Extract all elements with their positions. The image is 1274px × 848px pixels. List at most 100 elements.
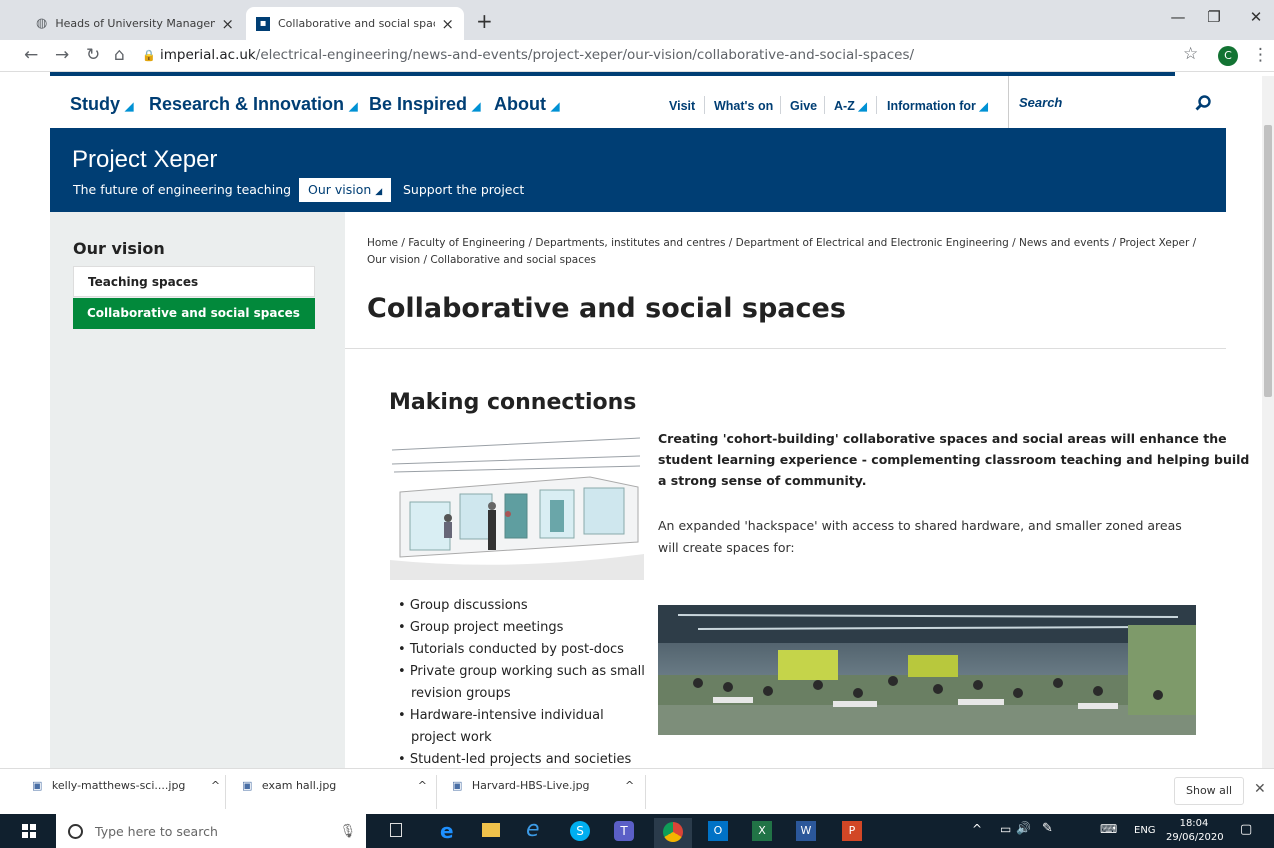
page-title: Collaborative and social spaces: [367, 293, 846, 324]
dropdown-triangle-icon: ◢: [375, 187, 383, 197]
sidebar-item-teaching-spaces[interactable]: Teaching spaces: [73, 266, 315, 297]
task-view-icon[interactable]: [390, 823, 402, 837]
battery-icon[interactable]: ▭: [1000, 822, 1011, 836]
sidebar-item-collaborative-spaces[interactable]: Collaborative and social spaces: [73, 298, 315, 329]
divider: [824, 96, 825, 114]
image-file-icon: ▣: [32, 779, 43, 792]
breadcrumb[interactable]: Home / Faculty of Engineering / Departme…: [367, 235, 1227, 269]
clock[interactable]: 18:04 29/06/2020: [1166, 817, 1224, 845]
breadcrumb-line[interactable]: Home / Faculty of Engineering / Departme…: [367, 235, 1227, 252]
word-icon[interactable]: W: [796, 821, 816, 841]
home-icon[interactable]: ⌂: [114, 45, 125, 65]
chrome-taskbar-button[interactable]: [654, 818, 692, 848]
restore-icon[interactable]: ❐: [1196, 8, 1232, 26]
nav-about[interactable]: About ◢: [494, 94, 559, 115]
site-main-nav: Study ◢ Research & Innovation ◢ Be Inspi…: [0, 76, 1274, 128]
nav-be-inspired[interactable]: Be Inspired ◢: [369, 94, 481, 115]
project-banner: Project Xeper The future of engineering …: [50, 128, 1226, 212]
sidebar-heading: Our vision: [73, 239, 165, 258]
scrollbar-thumb[interactable]: [1264, 125, 1272, 397]
close-window-icon[interactable]: ✕: [1238, 8, 1274, 26]
banner-link-support[interactable]: Support the project: [403, 182, 524, 197]
windows-taskbar: Type here to search 🎙 e e S T O X W P ^ …: [0, 814, 1274, 848]
nav-whats-on[interactable]: What's on: [714, 99, 773, 113]
banner-link-future[interactable]: The future of engineering teaching: [73, 182, 291, 197]
breadcrumb-line[interactable]: Our vision / Collaborative and social sp…: [367, 252, 1227, 269]
search-icon[interactable]: [1195, 95, 1211, 111]
profile-avatar[interactable]: C: [1218, 46, 1238, 66]
browser-tab-active[interactable]: ▪ Collaborative and social spaces | ×: [246, 7, 464, 40]
divider: [645, 775, 646, 809]
chevron-up-icon[interactable]: ^: [418, 779, 427, 792]
close-tab-icon[interactable]: ×: [221, 15, 234, 33]
volume-icon[interactable]: 🔊: [1016, 821, 1031, 835]
tab-title: Collaborative and social spaces |: [278, 17, 435, 30]
browser-tab-strip: ◍ Heads of University Managemen × ▪ Coll…: [0, 0, 1274, 40]
windows-start-icon[interactable]: [22, 824, 36, 838]
nav-visit[interactable]: Visit: [669, 99, 695, 113]
powerpoint-icon[interactable]: P: [842, 821, 862, 841]
language-indicator[interactable]: ENG: [1134, 825, 1156, 836]
back-icon[interactable]: ←: [24, 45, 38, 65]
site-search-box[interactable]: Search: [1008, 76, 1226, 128]
nav-study[interactable]: Study ◢: [70, 94, 134, 115]
banner-link-our-vision[interactable]: Our vision ◢: [299, 178, 392, 202]
reload-icon[interactable]: ↻: [86, 45, 100, 65]
search-placeholder: Search: [1019, 95, 1063, 110]
close-downloads-icon[interactable]: ✕: [1254, 781, 1266, 797]
url-field[interactable]: 🔒 imperial.ac.uk/electrical-engineering/…: [142, 44, 1202, 68]
nav-give[interactable]: Give: [790, 99, 817, 113]
section-heading: Making connections: [389, 390, 637, 415]
outlook-icon[interactable]: O: [708, 821, 728, 841]
image-file-icon: ▣: [242, 779, 253, 792]
close-tab-icon[interactable]: ×: [441, 15, 454, 33]
chevron-up-icon[interactable]: ^: [625, 779, 634, 792]
sidebar: Our vision Teaching spaces Collaborative…: [50, 212, 345, 768]
pen-icon[interactable]: ✎: [1042, 821, 1053, 836]
list-item: • Group project meetings: [398, 620, 564, 635]
url-path: /electrical-engineering/news-and-events/…: [255, 47, 915, 63]
show-hidden-icons-chevron-icon[interactable]: ^: [972, 822, 982, 836]
download-item[interactable]: ▣ kelly-matthews-sci....jpg ^: [32, 779, 222, 792]
list-item: • Private group working such as small: [398, 664, 645, 679]
lock-icon: 🔒: [142, 49, 156, 62]
nav-research-innovation[interactable]: Research & Innovation ◢: [149, 94, 358, 115]
url-domain: imperial.ac.uk: [160, 47, 256, 63]
forward-icon[interactable]: →: [55, 45, 69, 65]
downloads-bar: ▣ kelly-matthews-sci....jpg ^ ▣ exam hal…: [0, 768, 1274, 814]
teams-icon[interactable]: T: [614, 821, 634, 841]
project-title[interactable]: Project Xeper: [72, 146, 217, 174]
divider: [876, 96, 877, 114]
dropdown-triangle-icon: ◢: [979, 101, 988, 113]
nav-a-z[interactable]: A-Z ◢: [834, 99, 867, 113]
spaces-bullet-list: • Group discussions • Group project meet…: [398, 595, 645, 771]
file-explorer-icon[interactable]: [482, 823, 500, 837]
imperial-favicon-icon: ▪: [256, 16, 270, 31]
list-item-continuation: revision groups: [411, 686, 511, 701]
excel-icon[interactable]: X: [752, 821, 772, 841]
edge-icon[interactable]: e: [440, 819, 454, 843]
menu-kebab-icon[interactable]: ⋮: [1252, 45, 1269, 65]
divider: [780, 96, 781, 114]
new-tab-button[interactable]: +: [476, 9, 493, 33]
internet-explorer-icon[interactable]: e: [526, 817, 540, 842]
tab-title: Heads of University Managemen: [55, 17, 215, 30]
taskbar-search-field[interactable]: Type here to search 🎙: [56, 814, 366, 848]
bookmark-star-icon[interactable]: ☆: [1183, 44, 1198, 64]
browser-tab[interactable]: ◍ Heads of University Managemen ×: [26, 7, 244, 40]
download-item[interactable]: ▣ Harvard-HBS-Live.jpg ^: [452, 779, 642, 792]
list-item: • Tutorials conducted by post-docs: [398, 642, 624, 657]
dropdown-triangle-icon: ◢: [551, 101, 560, 113]
list-item: • Hardware-intensive individual: [398, 708, 604, 723]
minimize-icon[interactable]: —: [1160, 8, 1196, 26]
list-item-continuation: project work: [411, 730, 492, 745]
keyboard-icon[interactable]: ⌨: [1100, 822, 1117, 836]
nav-information-for[interactable]: Information for ◢: [887, 99, 988, 113]
body-paragraph: An expanded 'hackspace' with access to s…: [658, 518, 1182, 555]
microphone-icon[interactable]: 🎙: [339, 824, 356, 839]
download-item[interactable]: ▣ exam hall.jpg ^: [242, 779, 432, 792]
skype-icon[interactable]: S: [570, 821, 590, 841]
show-all-button[interactable]: Show all: [1174, 777, 1244, 805]
chevron-up-icon[interactable]: ^: [211, 779, 220, 792]
notifications-icon[interactable]: ▢: [1240, 822, 1252, 837]
